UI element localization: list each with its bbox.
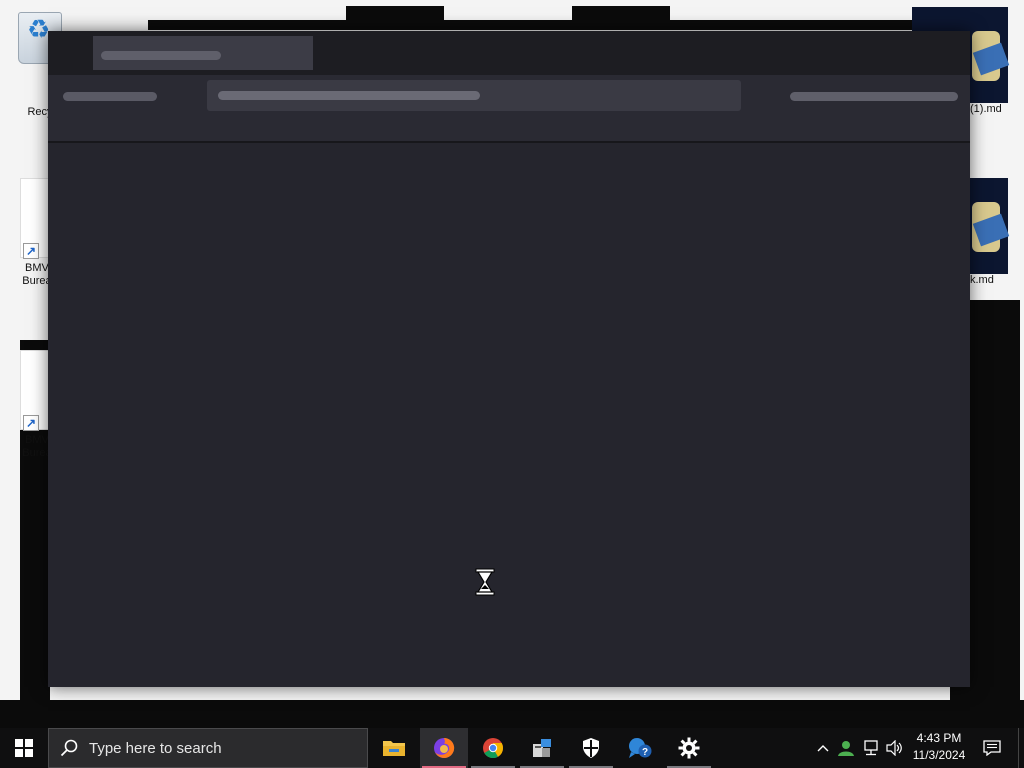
page-content <box>48 145 970 687</box>
chevron-up-icon <box>817 745 829 752</box>
taskbar-windows-security[interactable] <box>567 728 615 768</box>
wallpaper <box>0 700 1024 728</box>
hourglass-cursor-icon <box>475 568 495 596</box>
clock-time: 4:43 PM <box>916 731 962 745</box>
taskbar-clock[interactable]: 4:43 PM 11/3/2024 <box>906 730 972 766</box>
network-app-icon <box>533 739 551 757</box>
user-status-icon <box>838 741 854 756</box>
windows-logo-icon <box>15 739 33 757</box>
svg-text:?: ? <box>642 747 648 758</box>
browser-toolbar <box>48 75 970 143</box>
taskbar-network-app[interactable] <box>518 728 566 768</box>
volume-icon <box>886 740 902 756</box>
shield-icon <box>583 738 599 758</box>
tray-user-status[interactable] <box>835 728 857 768</box>
taskbar-settings[interactable] <box>665 728 713 768</box>
search-placeholder: Type here to search <box>89 739 222 757</box>
notification-icon <box>983 740 1001 756</box>
wallpaper <box>572 6 670 22</box>
start-button[interactable] <box>0 728 48 768</box>
shortcut-arrow-icon: ↗ <box>23 415 39 431</box>
wallpaper <box>346 6 444 22</box>
help-icon: ? <box>629 738 652 758</box>
browser-tab[interactable] <box>93 36 313 70</box>
show-hidden-icons-button[interactable] <box>812 728 834 768</box>
search-icon <box>49 739 89 757</box>
shortcut-arrow-icon: ↗ <box>23 243 39 259</box>
taskbar-file-explorer[interactable] <box>370 728 418 768</box>
window-titlebar[interactable] <box>48 31 970 75</box>
network-icon <box>864 740 878 756</box>
loading-placeholder <box>63 92 157 101</box>
address-bar[interactable] <box>207 80 741 111</box>
clock-date: 11/3/2024 <box>912 748 966 762</box>
browser-window[interactable] <box>48 31 970 687</box>
folder-icon <box>383 741 405 756</box>
taskbar-search-box[interactable]: Type here to search <box>48 728 368 768</box>
loading-placeholder <box>790 92 958 101</box>
chrome-icon <box>483 738 504 759</box>
loading-placeholder <box>218 91 480 100</box>
taskbar-chrome[interactable] <box>469 728 517 768</box>
tray-network[interactable] <box>859 728 883 768</box>
taskbar: Type here to search ? 4:43 PM 11/3/2024 <box>0 728 1024 768</box>
show-desktop-button[interactable] <box>1018 728 1024 768</box>
tray-volume[interactable] <box>884 728 906 768</box>
wallpaper <box>148 20 948 30</box>
gear-icon <box>678 737 700 759</box>
action-center-button[interactable] <box>976 728 1008 768</box>
taskbar-get-help[interactable]: ? <box>616 728 664 768</box>
loading-placeholder <box>101 51 221 60</box>
taskbar-firefox[interactable] <box>420 728 468 768</box>
firefox-icon <box>434 737 455 758</box>
